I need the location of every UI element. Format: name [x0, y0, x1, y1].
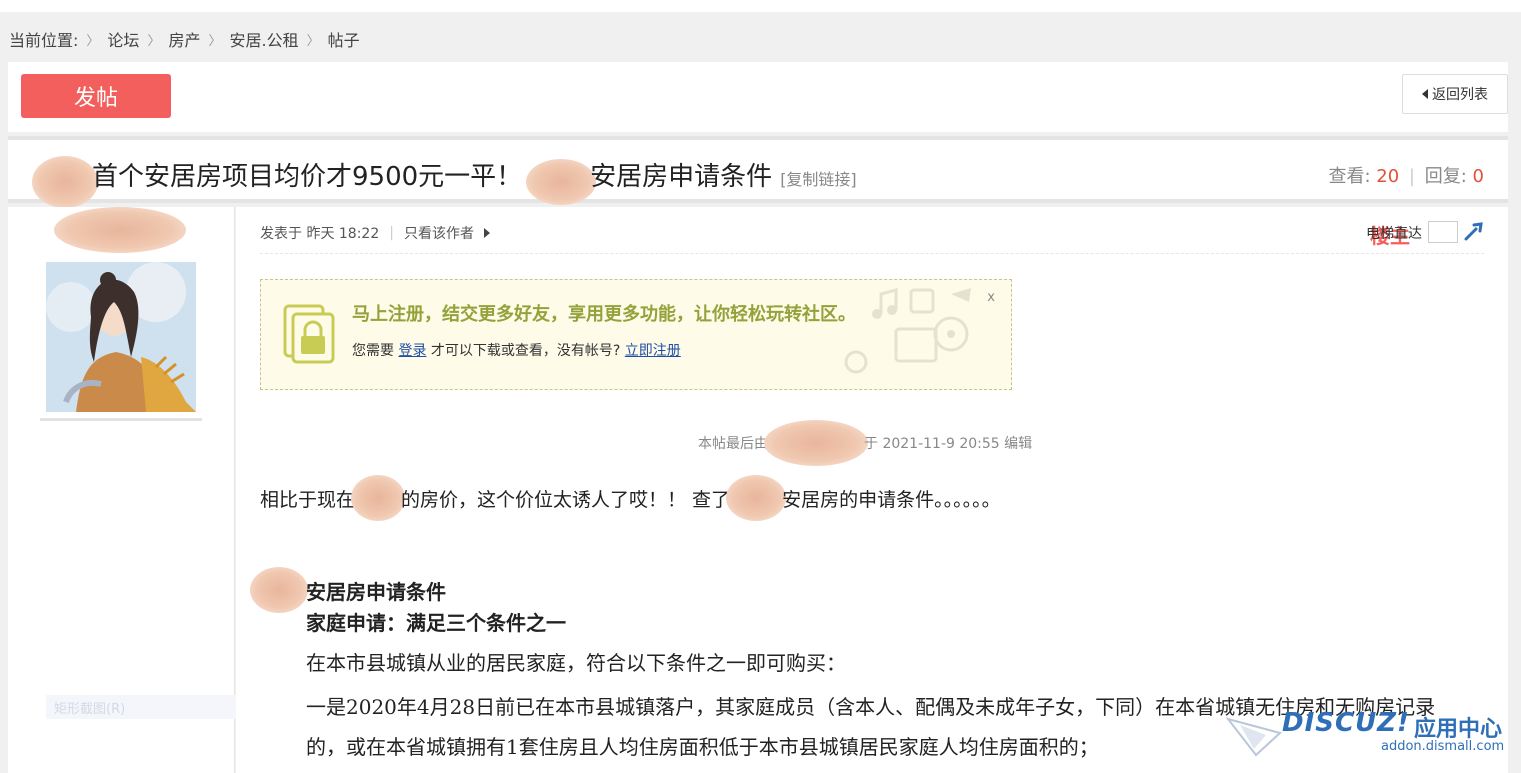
- thread-toolbar: 发帖 返回列表: [8, 62, 1508, 132]
- breadcrumb-realestate[interactable]: 房产: [168, 27, 200, 51]
- breadcrumb-forum[interactable]: 论坛: [107, 27, 139, 51]
- top-strip: [0, 0, 1521, 12]
- stats-divider: |: [1408, 166, 1415, 187]
- new-post-button[interactable]: 发帖: [21, 74, 171, 118]
- breadcrumb-separator: 〉: [86, 33, 100, 49]
- thread-title: 首个安居房项目均价才9500元一平！ 安居房申请条件 [复制链接]: [32, 156, 857, 208]
- body-intro: 相比于现在 的房价，这个价位太诱人了哎！！ 查了 安居房的申请条件。。。。。。: [260, 475, 1001, 521]
- edit-note-prefix: 本帖最后由: [698, 436, 768, 452]
- watermark-url: addon.dismall.com: [1381, 739, 1505, 754]
- meta-divider: |: [389, 225, 394, 241]
- post-content: 发表于 昨天 18:22 | 只看该作者 楼主 电梯直达 马上注册，结交更多好友…: [236, 207, 1508, 773]
- intro-part1: 相比于现在: [260, 488, 356, 511]
- back-to-list-label: 返回列表: [1432, 87, 1488, 103]
- breadcrumb-label: 当前位置:: [9, 31, 79, 50]
- login-link[interactable]: 登录: [398, 343, 426, 359]
- redacted-blur: [32, 156, 98, 208]
- breadcrumb-housing[interactable]: 安居.公租: [229, 27, 298, 51]
- body-subheading: 家庭申请：满足三个条件之一: [306, 611, 566, 635]
- breadcrumb-separator: 〉: [147, 33, 161, 49]
- intro-part2: 的房价，这个价位太诱人了哎！！ 查了: [401, 488, 731, 511]
- notice-text-part1: 您需要: [352, 343, 394, 359]
- avatar-image: [46, 262, 196, 412]
- watermark-brand: DISCUZ!: [1282, 708, 1410, 738]
- body-heading-text: 安居房申请条件: [306, 579, 446, 604]
- play-icon[interactable]: [483, 228, 490, 238]
- breadcrumb-separator: 〉: [208, 33, 222, 49]
- thread-title-bar: 首个安居房项目均价才9500元一平！ 安居房申请条件 [复制链接] 查看: 20…: [8, 136, 1508, 208]
- intro-part3: 安居房的申请条件。。。。。。: [782, 488, 1001, 511]
- back-to-list-button[interactable]: 返回列表: [1402, 74, 1508, 114]
- post-time: 发表于 昨天 18:22: [260, 226, 380, 242]
- notice-headline: 马上注册，结交更多好友，享用更多功能，让你轻松玩转社区。: [352, 304, 856, 325]
- thread-title-part1: 首个安居房项目均价才9500元一平！: [92, 162, 523, 192]
- only-author-link[interactable]: 只看该作者: [404, 223, 474, 243]
- redacted-blur: [351, 475, 406, 521]
- floor-jump-go-icon[interactable]: [1462, 219, 1486, 243]
- meta-separator: [260, 253, 1484, 254]
- media-decoration-icon: [844, 288, 971, 374]
- notice-text-part2: 才可以下载或查看，没有帐号?: [430, 343, 621, 359]
- author-name-redacted: [54, 207, 186, 253]
- breadcrumb-separator: 〉: [306, 33, 320, 49]
- back-arrow-icon: [1422, 89, 1428, 99]
- replies-label: 回复:: [1424, 166, 1467, 187]
- breadcrumb: 当前位置: 〉 论坛 〉 房产 〉 安居.公租 〉 帖子: [9, 27, 360, 51]
- lock-icon: [283, 304, 335, 364]
- copy-link-button[interactable]: [复制链接]: [780, 166, 857, 190]
- edit-note: 本帖最后由 于 2021-11-9 20:55 编辑: [698, 420, 1032, 466]
- redacted-blur: [526, 159, 597, 205]
- redacted-blur: [726, 475, 787, 521]
- register-notice: 马上注册，结交更多好友，享用更多功能，让你轻松玩转社区。 您需要 登录 才可以下…: [260, 279, 1012, 390]
- notice-text: 您需要 登录 才可以下载或查看，没有帐号? 立即注册: [352, 340, 681, 360]
- edit-note-suffix: 于 2021-11-9 20:55 编辑: [864, 436, 1033, 452]
- avatar[interactable]: [46, 262, 196, 412]
- register-link[interactable]: 立即注册: [625, 343, 681, 359]
- jump-arrow-icon: [1464, 222, 1483, 241]
- floor-jump-input[interactable]: [1428, 221, 1458, 243]
- body-line: 在本市县城镇从业的居民家庭，符合以下条件之一即可购买：: [306, 651, 846, 675]
- breadcrumb-current: 帖子: [327, 31, 360, 50]
- redacted-blur: [250, 567, 308, 613]
- redacted-blur: [764, 420, 868, 466]
- post-meta: 发表于 昨天 18:22 | 只看该作者: [260, 223, 490, 243]
- thread-title-part2: 安居房申请条件: [590, 162, 773, 192]
- avatar-divider: [40, 418, 202, 421]
- faded-screenshot-label: 矩形截图(R): [46, 695, 246, 719]
- views-count: 20: [1376, 166, 1400, 187]
- views-label: 查看:: [1328, 166, 1371, 187]
- author-sidebar: 矩形截图(R): [8, 207, 246, 773]
- floor-jump-text: 电梯直达: [1366, 226, 1422, 242]
- thread-stats: 查看: 20 | 回复: 0: [1328, 162, 1484, 188]
- notice-close-icon[interactable]: x: [987, 290, 995, 305]
- replies-count: 0: [1472, 166, 1484, 187]
